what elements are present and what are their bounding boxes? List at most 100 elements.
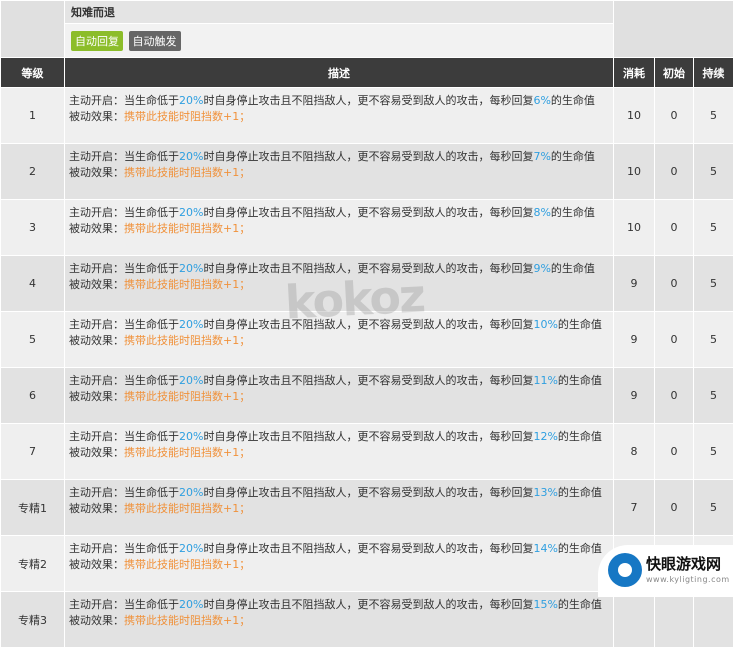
level-cell: 2 [1, 144, 65, 200]
passive-effect: 携带此技能时阻挡数+1； [124, 502, 250, 515]
table-row: 专精1主动开启：当生命低于20%时自身停止攻击且不阻挡敌人，更不容易受到敌人的攻… [1, 480, 733, 536]
active-mid: 时自身停止攻击且不阻挡敌人，更不容易受到敌人的攻击，每秒回复 [203, 150, 533, 163]
init-cell: 0 [655, 88, 694, 144]
passive-effect: 携带此技能时阻挡数+1； [124, 278, 250, 291]
level-cell: 5 [1, 312, 65, 368]
passive-prefix: 被动效果： [69, 222, 124, 235]
active-suffix: 的生命值 [558, 486, 602, 499]
cost-cell: 10 [614, 144, 655, 200]
threshold-value: 20% [179, 374, 203, 387]
tag-auto-trigger: 自动触发 [129, 31, 181, 51]
skill-tags: 自动回复 自动触发 [65, 24, 614, 58]
logo-url: www.kyligting.com [646, 575, 730, 584]
threshold-value: 20% [179, 486, 203, 499]
threshold-value: 20% [179, 262, 203, 275]
threshold-value: 20% [179, 318, 203, 331]
description-cell: 主动开启：当生命低于20%时自身停止攻击且不阻挡敌人，更不容易受到敌人的攻击，每… [65, 424, 614, 480]
description-cell: 主动开启：当生命低于20%时自身停止攻击且不阻挡敌人，更不容易受到敌人的攻击，每… [65, 536, 614, 592]
description-cell: 主动开启：当生命低于20%时自身停止攻击且不阻挡敌人，更不容易受到敌人的攻击，每… [65, 88, 614, 144]
init-cell: 0 [655, 256, 694, 312]
passive-effect: 携带此技能时阻挡数+1； [124, 390, 250, 403]
regen-value: 9% [533, 262, 550, 275]
passive-prefix: 被动效果： [69, 278, 124, 291]
description-cell: 主动开启：当生命低于20%时自身停止攻击且不阻挡敌人，更不容易受到敌人的攻击，每… [65, 312, 614, 368]
init-cell [655, 592, 694, 648]
active-prefix: 主动开启：当生命低于 [69, 430, 179, 443]
regen-value: 15% [533, 598, 557, 611]
regen-value: 13% [533, 486, 557, 499]
passive-effect: 携带此技能时阻挡数+1； [124, 166, 250, 179]
init-cell: 0 [655, 424, 694, 480]
regen-value: 14% [533, 542, 557, 555]
table-row: 2主动开启：当生命低于20%时自身停止攻击且不阻挡敌人，更不容易受到敌人的攻击，… [1, 144, 733, 200]
table-row: 1主动开启：当生命低于20%时自身停止攻击且不阻挡敌人，更不容易受到敌人的攻击，… [1, 88, 733, 144]
header-cost: 消耗 [614, 58, 655, 88]
level-cell: 专精3 [1, 592, 65, 648]
table-row: 5主动开启：当生命低于20%时自身停止攻击且不阻挡敌人，更不容易受到敌人的攻击，… [1, 312, 733, 368]
init-cell: 0 [655, 200, 694, 256]
active-prefix: 主动开启：当生命低于 [69, 598, 179, 611]
passive-prefix: 被动效果： [69, 334, 124, 347]
table-row: 7主动开启：当生命低于20%时自身停止攻击且不阻挡敌人，更不容易受到敌人的攻击，… [1, 424, 733, 480]
duration-cell: 5 [694, 200, 733, 256]
regen-value: 11% [533, 374, 557, 387]
description-cell: 主动开启：当生命低于20%时自身停止攻击且不阻挡敌人，更不容易受到敌人的攻击，每… [65, 480, 614, 536]
active-prefix: 主动开启：当生命低于 [69, 262, 179, 275]
table-row: 4主动开启：当生命低于20%时自身停止攻击且不阻挡敌人，更不容易受到敌人的攻击，… [1, 256, 733, 312]
level-cell: 3 [1, 200, 65, 256]
active-mid: 时自身停止攻击且不阻挡敌人，更不容易受到敌人的攻击，每秒回复 [203, 542, 533, 555]
passive-effect: 携带此技能时阻挡数+1； [124, 222, 250, 235]
level-cell: 4 [1, 256, 65, 312]
active-suffix: 的生命值 [558, 318, 602, 331]
duration-cell: 5 [694, 88, 733, 144]
table-header: 等级 描述 消耗 初始 持续 [1, 58, 733, 88]
level-cell: 6 [1, 368, 65, 424]
regen-value: 8% [533, 206, 550, 219]
passive-effect: 携带此技能时阻挡数+1； [124, 614, 250, 627]
threshold-value: 20% [179, 206, 203, 219]
threshold-value: 20% [179, 430, 203, 443]
duration-cell: 5 [694, 368, 733, 424]
table-row: 6主动开启：当生命低于20%时自身停止攻击且不阻挡敌人，更不容易受到敌人的攻击，… [1, 368, 733, 424]
passive-effect: 携带此技能时阻挡数+1； [124, 334, 250, 347]
active-mid: 时自身停止攻击且不阻挡敌人，更不容易受到敌人的攻击，每秒回复 [203, 94, 533, 107]
tag-auto-recovery: 自动回复 [71, 31, 123, 51]
active-mid: 时自身停止攻击且不阻挡敌人，更不容易受到敌人的攻击，每秒回复 [203, 598, 533, 611]
cost-cell: 9 [614, 256, 655, 312]
passive-prefix: 被动效果： [69, 166, 124, 179]
duration-cell: 5 [694, 312, 733, 368]
active-mid: 时自身停止攻击且不阻挡敌人，更不容易受到敌人的攻击，每秒回复 [203, 206, 533, 219]
active-prefix: 主动开启：当生命低于 [69, 542, 179, 555]
passive-effect: 携带此技能时阻挡数+1； [124, 446, 250, 459]
skill-icon-cell [1, 1, 65, 58]
active-suffix: 的生命值 [558, 430, 602, 443]
cost-cell: 9 [614, 312, 655, 368]
description-cell: 主动开启：当生命低于20%时自身停止攻击且不阻挡敌人，更不容易受到敌人的攻击，每… [65, 256, 614, 312]
duration-cell: 5 [694, 480, 733, 536]
init-cell: 0 [655, 368, 694, 424]
active-prefix: 主动开启：当生命低于 [69, 150, 179, 163]
passive-prefix: 被动效果： [69, 558, 124, 571]
threshold-value: 20% [179, 542, 203, 555]
skill-name: 知难而退 [65, 1, 614, 24]
passive-prefix: 被动效果： [69, 502, 124, 515]
active-suffix: 的生命值 [558, 542, 602, 555]
header-duration: 持续 [694, 58, 733, 88]
active-suffix: 的生命值 [551, 206, 595, 219]
level-cell: 1 [1, 88, 65, 144]
table-row: 3 主动开启：当生命低于20%时自身停止攻击且不阻挡敌人，更不容易受到敌人的攻击，… [1, 200, 733, 256]
level-cell: 专精1 [1, 480, 65, 536]
threshold-value: 20% [179, 598, 203, 611]
active-prefix: 主动开启：当生命低于 [69, 94, 179, 107]
regen-value: 7% [533, 150, 550, 163]
init-cell: 0 [655, 480, 694, 536]
passive-prefix: 被动效果： [69, 110, 124, 123]
passive-effect: 携带此技能时阻挡数+1； [124, 110, 250, 123]
cost-cell: 8 [614, 424, 655, 480]
site-logo[interactable]: 快眼游戏网 www.kyligting.com [598, 545, 733, 597]
cost-cell: 10 [614, 200, 655, 256]
table-row: 专精3 主动开启：当生命低于20%时自身停止攻击且不阻挡敌人，更不容易受到敌人的攻… [1, 592, 733, 648]
level-cell: 7 [1, 424, 65, 480]
active-mid: 时自身停止攻击且不阻挡敌人，更不容易受到敌人的攻击，每秒回复 [203, 318, 533, 331]
active-prefix: 主动开启：当生命低于 [69, 206, 179, 219]
